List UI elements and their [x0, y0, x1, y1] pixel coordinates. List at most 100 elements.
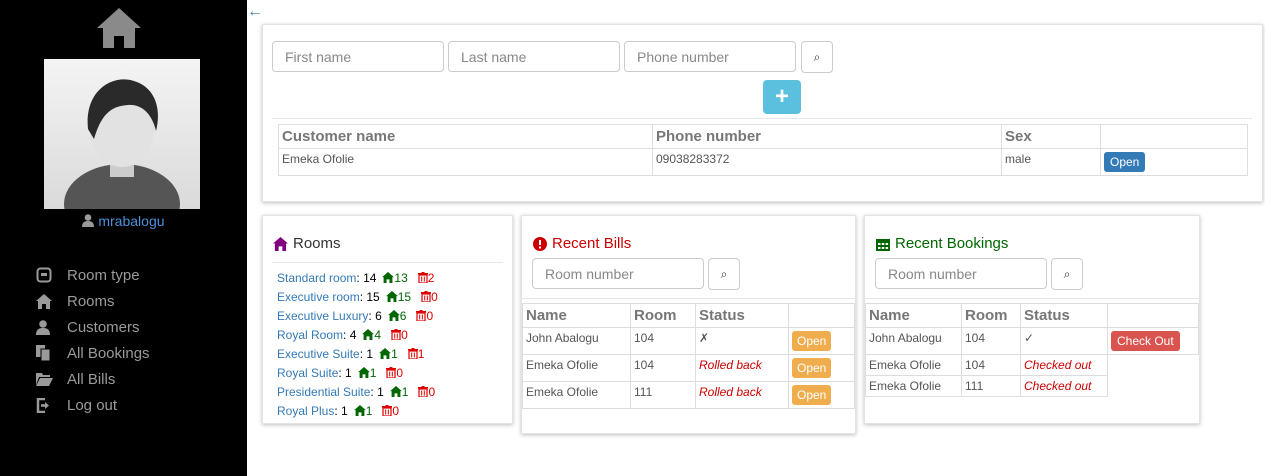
home-icon[interactable] [97, 8, 141, 48]
bill-room: 104 [630, 354, 696, 382]
back-arrow[interactable]: ← [247, 3, 263, 21]
sidebar-item-room-type[interactable]: Room type [36, 262, 150, 288]
available-rooms: 1 [357, 365, 377, 380]
home-icon [357, 367, 370, 378]
room-type-link[interactable]: Standard room [277, 271, 356, 285]
available-rooms: 4 [362, 328, 381, 342]
sidebar-item-customers[interactable]: Customers [36, 314, 150, 340]
customers-table: Customer name Phone number Sex Emeka Ofo… [278, 124, 1248, 176]
column-header: Status [695, 303, 789, 328]
deleted-count: 0 [396, 365, 404, 380]
room-total: 4 [349, 327, 357, 342]
open-bill-button[interactable]: Open [792, 358, 832, 378]
add-customer-button[interactable]: + [763, 80, 801, 114]
available-count: 4 [374, 327, 382, 342]
room-type-link[interactable]: Royal Room [277, 328, 343, 342]
room-colon: : [359, 289, 367, 304]
room-total: 1 [341, 403, 348, 418]
available-count: 1 [369, 365, 377, 380]
trash-icon [382, 405, 393, 416]
room-total: 14 [363, 270, 377, 285]
bookings-panel: Recent Bookings ⌕ Name Room Status John … [864, 215, 1200, 424]
bookings-table: Name Room Status John Abalogu 104 ✓ Chec… [865, 303, 1199, 397]
bookings-search-button[interactable]: ⌕ [1051, 258, 1083, 290]
home-icon [36, 293, 52, 309]
deleted-count: 0 [428, 384, 436, 399]
bookings-title: Recent Bookings [876, 235, 1008, 252]
room-type-link[interactable]: Executive Suite [277, 347, 360, 361]
phone-number-input[interactable] [624, 41, 796, 72]
available-rooms: 6 [387, 309, 406, 323]
username-link[interactable]: mrabalogu [98, 213, 164, 229]
booking-name: John Abalogu [865, 327, 962, 355]
room-colon: : [370, 384, 378, 399]
table-row: John Abalogu 104 ✗ Open [522, 327, 855, 355]
deleted-rooms: 1 [407, 346, 425, 361]
bookings-room-search-input[interactable] [875, 258, 1047, 289]
sidebar-item-rooms[interactable]: Rooms [36, 288, 150, 314]
calendar-icon [876, 238, 890, 251]
files-icon [36, 345, 51, 361]
room-colon: : [343, 327, 350, 342]
room-type-link[interactable]: Presidential Suite [277, 385, 370, 399]
deleted-count: 1 [417, 346, 425, 361]
rooms-title-text: Rooms [293, 235, 341, 252]
room-type-link[interactable]: Executive Luxury [277, 309, 368, 323]
table-row: John Abalogu 104 ✓ Check Out [865, 327, 1199, 355]
trash-icon [407, 348, 418, 359]
room-row: Royal Plus: 1 1 0 [277, 401, 438, 420]
room-total: 6 [375, 308, 382, 323]
deleted-count: 0 [426, 308, 434, 323]
last-name-input[interactable] [448, 41, 620, 72]
bills-panel: Recent Bills ⌕ Name Room Status John Aba… [521, 215, 856, 434]
trash-icon [416, 310, 427, 321]
column-header: Name [522, 303, 631, 328]
open-customer-button[interactable]: Open [1104, 152, 1146, 172]
room-type-icon [36, 267, 52, 283]
available-rooms: 1 [389, 385, 408, 399]
log-out-icon [36, 397, 49, 413]
room-row: Executive Luxury: 6 6 0 [277, 306, 438, 325]
booking-status: ✓ [1020, 327, 1108, 355]
trash-icon [418, 386, 429, 397]
user-avatar-icon [64, 79, 180, 209]
room-row: Executive Suite: 1 1 1 [277, 344, 438, 363]
room-type-link[interactable]: Royal Plus [277, 404, 334, 418]
sidebar-item-label: All Bills [67, 370, 116, 388]
bills-title: Recent Bills [533, 235, 631, 252]
home-icon [353, 405, 366, 416]
booking-room: 104 [961, 354, 1021, 376]
sidebar-item-all-bills[interactable]: All Bills [36, 366, 150, 392]
sidebar: mrabalogu Room type Rooms Customers All … [0, 0, 247, 476]
room-type-link[interactable]: Royal Suite [277, 366, 338, 380]
bills-room-search-input[interactable] [532, 258, 704, 289]
sidebar-item-all-bookings[interactable]: All Bookings [36, 340, 150, 366]
check-out-button[interactable]: Check Out [1111, 331, 1180, 351]
room-total: 1 [366, 346, 374, 361]
deleted-rooms: 0 [416, 309, 433, 323]
open-bill-button[interactable]: Open [792, 331, 832, 351]
deleted-rooms: 0 [391, 328, 408, 342]
folder-open-icon [36, 373, 53, 386]
bills-title-text: Recent Bills [552, 235, 632, 252]
deleted-rooms: 0 [382, 404, 399, 418]
sidebar-item-log-out[interactable]: Log out [36, 392, 150, 418]
deleted-rooms: 2 [417, 271, 434, 285]
rooms-list: Standard room: 14 13 2 Executive room: 15 15… [277, 268, 438, 420]
available-count: 13 [394, 270, 408, 285]
open-bill-button[interactable]: Open [792, 385, 832, 405]
bills-search-button[interactable]: ⌕ [708, 258, 740, 290]
trash-icon [417, 272, 428, 283]
first-name-input[interactable] [272, 41, 444, 72]
bill-name: John Abalogu [522, 327, 631, 355]
room-row: Royal Room: 4 4 0 [277, 325, 438, 344]
booking-name: Emeka Ofolie [865, 375, 962, 397]
customer-search-button[interactable]: ⌕ [801, 41, 833, 73]
deleted-count: 0 [392, 403, 400, 418]
divider [272, 262, 503, 263]
home-icon [382, 272, 395, 283]
deleted-count: 0 [431, 289, 438, 304]
room-type-link[interactable]: Executive room [277, 290, 360, 304]
room-row: Presidential Suite: 1 1 0 [277, 382, 438, 401]
booking-status: Checked out [1020, 375, 1108, 397]
